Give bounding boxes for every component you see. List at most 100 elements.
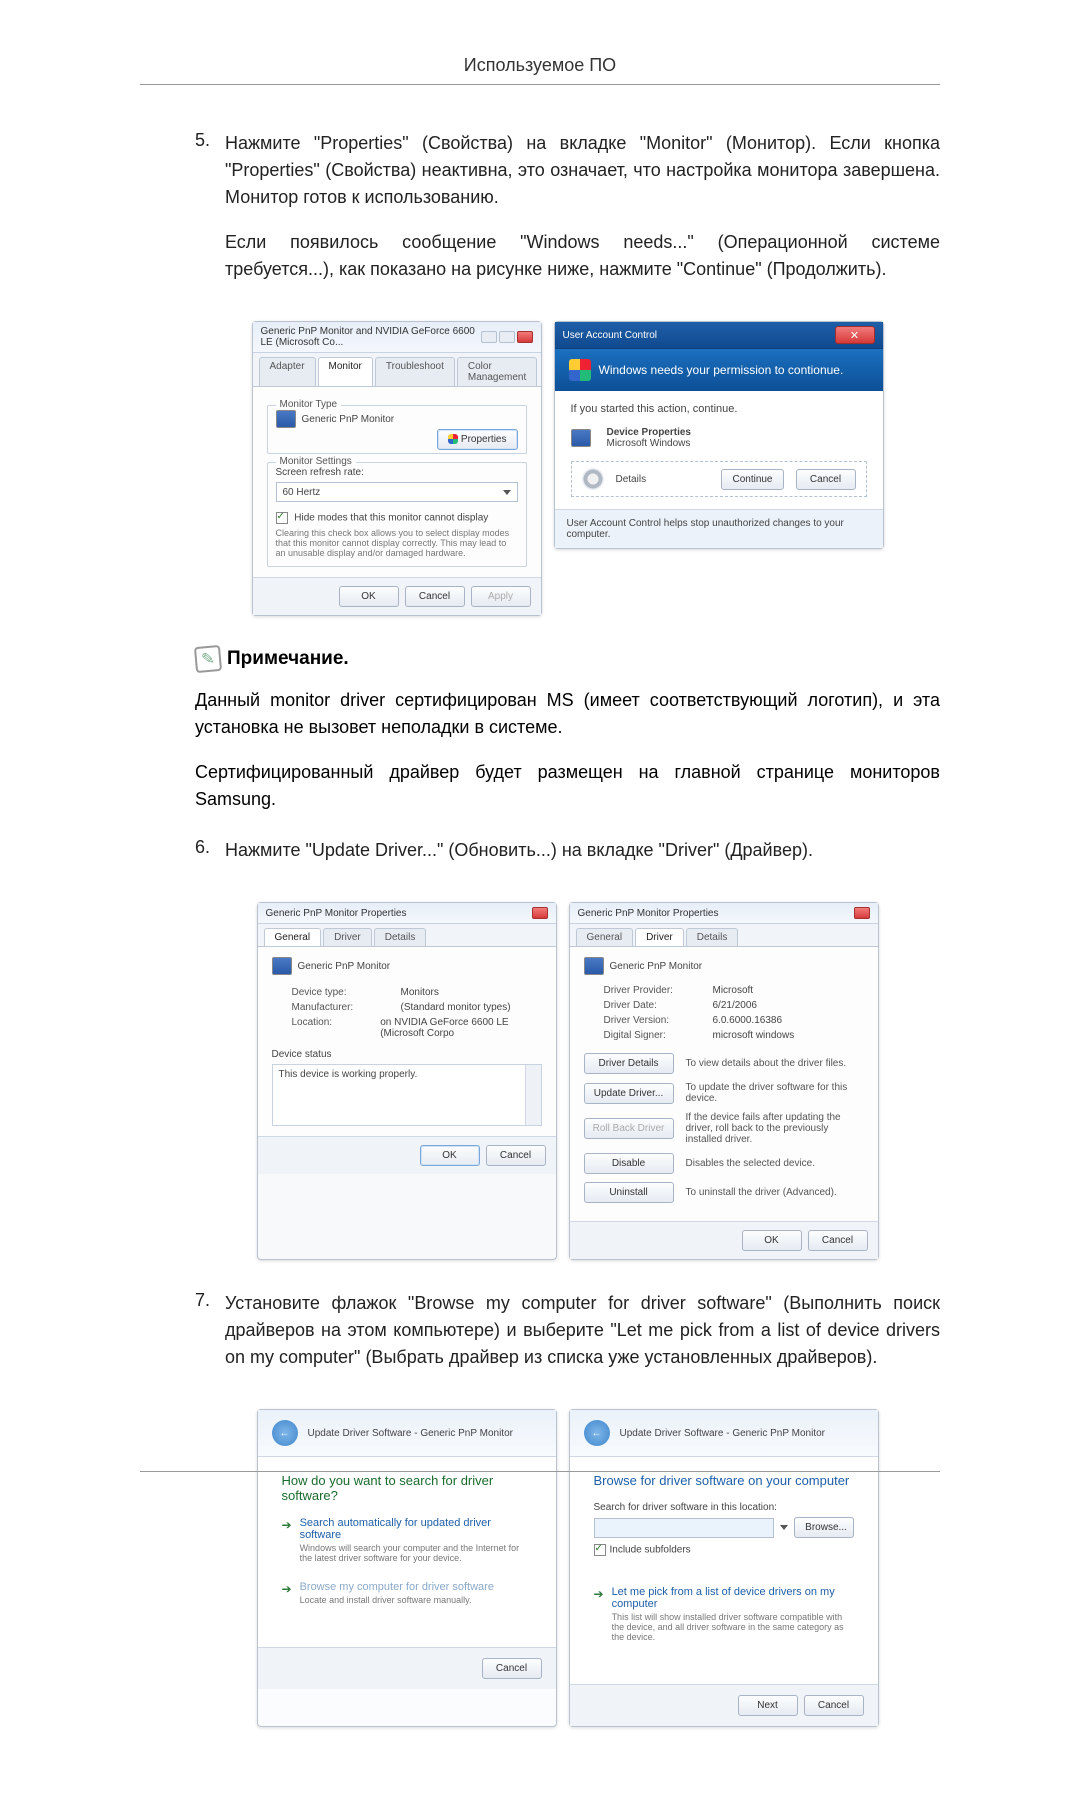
driver-version-key: Driver Version:	[604, 1015, 699, 1026]
cancel-button[interactable]: Cancel	[796, 469, 856, 490]
minimize-icon[interactable]	[481, 331, 497, 343]
close-icon[interactable]	[854, 907, 870, 919]
tab-general[interactable]: General	[576, 928, 634, 946]
step-5: 5. Нажмите "Properties" (Свойства) на вк…	[195, 130, 940, 301]
ok-button[interactable]: OK	[742, 1230, 802, 1251]
tab-details[interactable]: Details	[374, 928, 427, 946]
path-input[interactable]	[594, 1518, 775, 1538]
tab-general[interactable]: General	[264, 928, 322, 946]
arrow-icon: ➔	[282, 1518, 292, 1563]
disc-icon	[582, 468, 604, 490]
apply-button[interactable]: Apply	[471, 586, 531, 607]
tab-troubleshoot[interactable]: Troubleshoot	[375, 357, 455, 386]
dialog-title: Generic PnP Monitor and NVIDIA GeForce 6…	[261, 326, 481, 348]
wizard-breadcrumb: Update Driver Software - Generic PnP Mon…	[620, 1428, 825, 1439]
back-arrow-icon[interactable]: ←	[272, 1420, 298, 1446]
driver-details-button[interactable]: Driver Details	[584, 1053, 674, 1074]
include-subfolders-label: Include subfolders	[610, 1545, 691, 1556]
wizard-breadcrumb: Update Driver Software - Generic PnP Mon…	[308, 1428, 513, 1439]
chevron-down-icon[interactable]	[780, 1525, 788, 1530]
browse-button[interactable]: Browse...	[794, 1517, 853, 1538]
step-7: 7. Установите флажок "Browse my computer…	[195, 1290, 940, 1389]
cancel-button[interactable]: Cancel	[486, 1145, 546, 1166]
arrow-icon: ➔	[594, 1587, 604, 1642]
roll-back-driver-desc: If the device fails after updating the d…	[686, 1112, 864, 1145]
close-icon[interactable]	[517, 331, 533, 343]
properties-button-label: Properties	[461, 434, 507, 445]
disable-button[interactable]: Disable	[584, 1153, 674, 1174]
update-driver-button[interactable]: Update Driver...	[584, 1083, 674, 1104]
digital-signer-key: Digital Signer:	[604, 1030, 699, 1041]
uac-instruction: If you started this action, continue.	[571, 403, 867, 415]
ok-button[interactable]: OK	[420, 1145, 480, 1166]
tab-details[interactable]: Details	[686, 928, 739, 946]
refresh-rate-select[interactable]: 60 Hertz	[276, 482, 518, 502]
continue-button[interactable]: Continue	[721, 469, 783, 490]
driver-date-key: Driver Date:	[604, 1000, 699, 1011]
cancel-button[interactable]: Cancel	[808, 1230, 868, 1251]
tab-adapter[interactable]: Adapter	[259, 357, 316, 386]
step-6-text: Нажмите "Update Driver..." (Обновить...)…	[225, 837, 940, 864]
device-status-text: This device is working properly.	[279, 1069, 418, 1080]
tab-driver[interactable]: Driver	[635, 928, 684, 946]
uninstall-desc: To uninstall the driver (Advanced).	[686, 1187, 864, 1198]
device-name: Generic PnP Monitor	[298, 961, 391, 972]
step-6: 6. Нажмите "Update Driver..." (Обновить.…	[195, 837, 940, 882]
manufacturer-value: (Standard monitor types)	[401, 1002, 511, 1013]
include-subfolders-checkbox[interactable]	[594, 1544, 606, 1556]
uninstall-button[interactable]: Uninstall	[584, 1182, 674, 1203]
digital-signer-value: microsoft windows	[713, 1030, 795, 1041]
next-button[interactable]: Next	[738, 1695, 798, 1716]
device-type-key: Device type:	[292, 987, 387, 998]
close-icon[interactable]: ✕	[835, 326, 875, 344]
screenshot-row-2: Generic PnP Monitor Properties General D…	[195, 902, 940, 1260]
step-5-text-2: Если появилось сообщение "Windows needs.…	[225, 229, 940, 283]
hide-modes-checkbox[interactable]	[276, 512, 288, 524]
maximize-icon[interactable]	[499, 331, 515, 343]
back-arrow-icon[interactable]: ←	[584, 1420, 610, 1446]
hide-modes-description: Clearing this check box allows you to se…	[276, 528, 518, 558]
close-icon[interactable]	[532, 907, 548, 919]
driver-details-desc: To view details about the driver files.	[686, 1058, 864, 1069]
shield-icon	[448, 434, 458, 444]
hide-modes-label: Hide modes that this monitor cannot disp…	[294, 513, 488, 524]
tab-monitor[interactable]: Monitor	[318, 357, 373, 386]
uac-banner-text: Windows needs your permission to contion…	[599, 363, 844, 377]
location-value: on NVIDIA GeForce 6600 LE (Microsoft Cor…	[380, 1017, 541, 1039]
wizard-heading: How do you want to search for driver sof…	[282, 1473, 532, 1503]
scrollbar[interactable]	[525, 1065, 541, 1125]
manufacturer-key: Manufacturer:	[292, 1002, 387, 1013]
option-desc: Locate and install driver software manua…	[300, 1595, 494, 1605]
cancel-button[interactable]: Cancel	[405, 586, 465, 607]
roll-back-driver-button[interactable]: Roll Back Driver	[584, 1118, 674, 1139]
tab-color-management[interactable]: Color Management	[457, 357, 537, 386]
ok-button[interactable]: OK	[339, 586, 399, 607]
option-search-automatically[interactable]: ➔ Search automatically for updated drive…	[282, 1517, 532, 1563]
chevron-down-icon	[503, 490, 511, 495]
properties-button[interactable]: Properties	[437, 429, 518, 450]
note-icon: ✎	[194, 645, 222, 673]
tab-driver[interactable]: Driver	[323, 928, 372, 946]
monitor-settings-label: Monitor Settings	[276, 456, 356, 467]
properties-general-dialog: Generic PnP Monitor Properties General D…	[257, 902, 557, 1260]
option-title: Search automatically for updated driver …	[300, 1517, 532, 1541]
arrow-icon: ➔	[282, 1582, 292, 1605]
uac-dialog: User Account Control ✕ Windows needs you…	[554, 321, 884, 549]
screenshot-row-1: Generic PnP Monitor and NVIDIA GeForce 6…	[195, 321, 940, 616]
step-5-text-1: Нажмите "Properties" (Свойства) на вклад…	[225, 130, 940, 211]
details-expander[interactable]: Details	[616, 474, 710, 485]
screenshot-row-3: ← Update Driver Software - Generic PnP M…	[195, 1409, 940, 1727]
option-browse-computer[interactable]: ➔ Browse my computer for driver software…	[282, 1581, 532, 1605]
path-label: Search for driver software in this locat…	[594, 1502, 854, 1513]
location-key: Location:	[292, 1017, 367, 1039]
cancel-button[interactable]: Cancel	[804, 1695, 864, 1716]
cancel-button[interactable]: Cancel	[482, 1658, 542, 1679]
device-name: Generic PnP Monitor	[610, 961, 703, 972]
page-header: Используемое ПО	[140, 55, 940, 85]
uac-device-publisher: Microsoft Windows	[607, 438, 692, 449]
device-icon	[571, 429, 591, 447]
device-type-value: Monitors	[401, 987, 439, 998]
driver-provider-key: Driver Provider:	[604, 985, 699, 996]
option-let-me-pick[interactable]: ➔ Let me pick from a list of device driv…	[594, 1586, 854, 1642]
monitor-icon	[272, 957, 292, 975]
